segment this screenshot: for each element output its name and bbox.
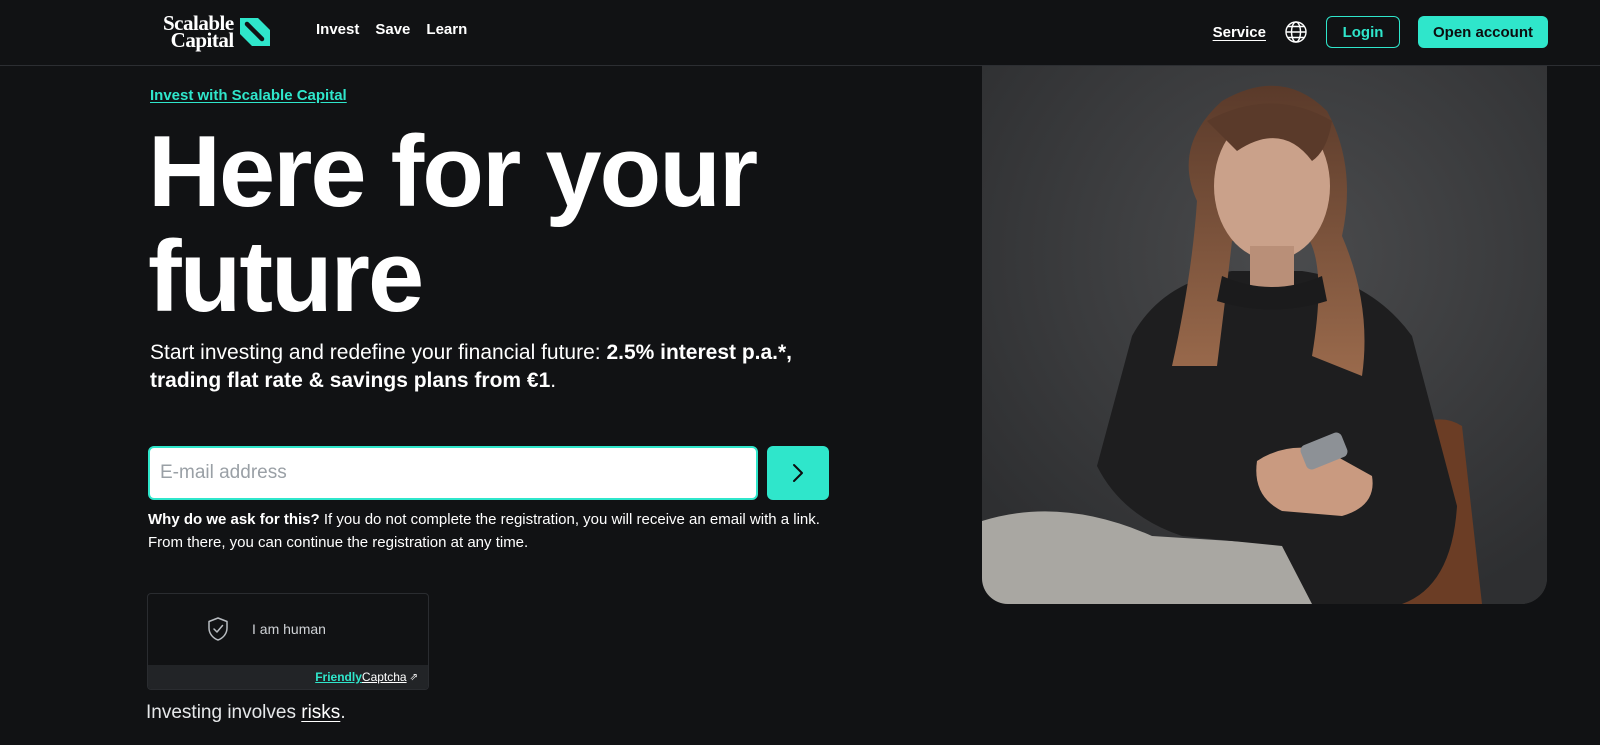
email-input[interactable] [148, 446, 758, 500]
headline-line-2: future [148, 221, 424, 333]
nav-item-invest[interactable]: Invest [316, 21, 359, 38]
hero-subline: Start investing and redefine your financ… [150, 339, 850, 395]
invest-with-link[interactable]: Invest with Scalable Capital [150, 87, 347, 104]
main-nav: Invest Save Learn [316, 21, 467, 38]
shield-check-icon [208, 617, 228, 641]
logo[interactable]: Scalable Capital [163, 13, 272, 52]
captcha-label: I am human [252, 621, 326, 637]
nav-item-save[interactable]: Save [375, 21, 410, 38]
captcha-brand-friendly[interactable]: Friendly [315, 670, 362, 684]
subline-end: . [550, 369, 557, 392]
logo-mark-icon [239, 18, 270, 46]
chevron-right-icon [793, 464, 803, 482]
risk-suffix: . [340, 702, 346, 723]
captcha-footer: Friendly Captcha ⇗ [148, 665, 428, 689]
header-actions: Service Login Open account [1213, 16, 1548, 48]
globe-icon[interactable] [1284, 20, 1308, 44]
why-question: Why do we ask for this? [148, 511, 320, 528]
service-link[interactable]: Service [1213, 24, 1266, 41]
why-explanation: Why do we ask for this? If you do not co… [148, 508, 828, 554]
logo-line-2: Capital [170, 28, 235, 52]
risks-link[interactable]: risks [301, 702, 340, 723]
logo-wordmark: Scalable Capital [163, 13, 235, 52]
submit-email-button[interactable] [767, 446, 829, 500]
nav-item-learn[interactable]: Learn [426, 21, 467, 38]
top-navigation: Scalable Capital Invest Save Learn Servi… [0, 0, 1600, 66]
captcha-body[interactable]: I am human [206, 616, 326, 642]
hero-headline: Here for your future [148, 120, 908, 330]
risk-disclaimer: Investing involves risks. [146, 702, 346, 724]
captcha-widget[interactable]: I am human Friendly Captcha ⇗ [147, 593, 429, 690]
hero-photo-illustration [982, 66, 1547, 604]
risk-prefix: Investing involves [146, 702, 302, 723]
headline-line-1: Here for your [148, 116, 758, 228]
login-button[interactable]: Login [1326, 16, 1400, 48]
captcha-brand-captcha[interactable]: Captcha [362, 670, 407, 684]
external-link-icon: ⇗ [409, 671, 418, 683]
hero-photo [982, 66, 1547, 604]
subline-regular: Start investing and redefine your financ… [150, 341, 607, 364]
open-account-button[interactable]: Open account [1418, 16, 1548, 48]
